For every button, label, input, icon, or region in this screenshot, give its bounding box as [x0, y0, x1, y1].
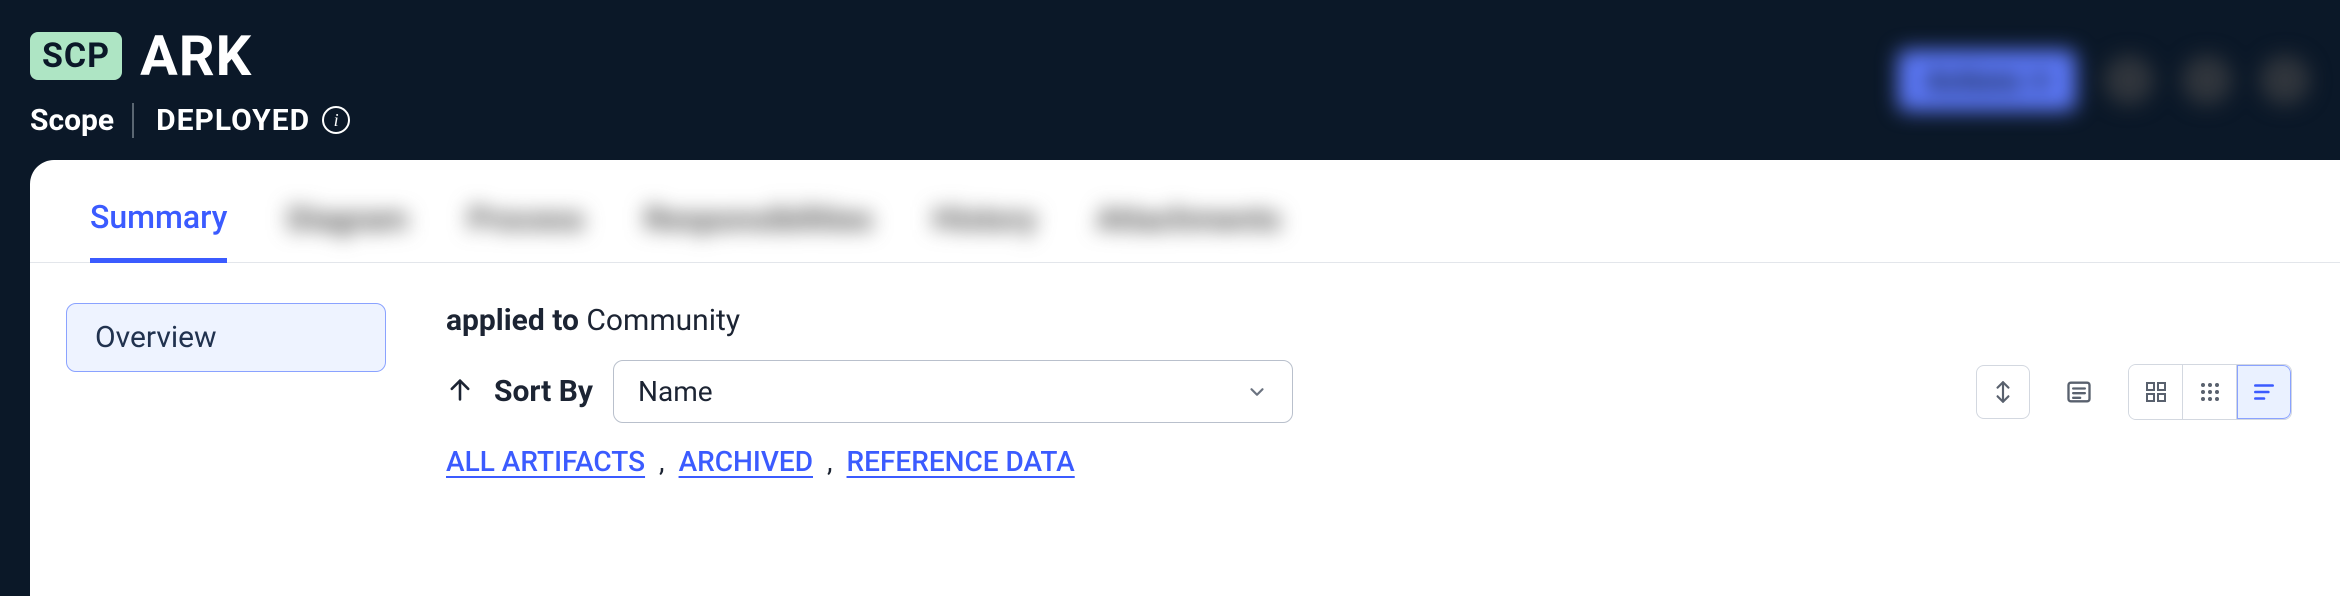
- actions-button-label: Actions: [1926, 64, 2022, 97]
- header-icon-3[interactable]: [2260, 55, 2310, 105]
- content: Overview applied to Community Sort By Na…: [30, 263, 2340, 478]
- sort-select-value: Name: [638, 375, 713, 408]
- grid-large-view-button[interactable]: [2129, 365, 2183, 419]
- chevron-down-icon: [1246, 381, 1268, 403]
- facet-link[interactable]: REFERENCE DATA: [847, 445, 1075, 478]
- applied-to-row: applied to Community: [446, 303, 2292, 338]
- app-header: SCP ARK Scope DEPLOYED i Actions ▾: [0, 0, 2340, 160]
- tab-summary[interactable]: Summary: [90, 198, 227, 263]
- title-row: SCP ARK: [30, 23, 350, 89]
- deployment-status: DEPLOYED i: [156, 103, 350, 138]
- scope-label: Scope: [30, 103, 134, 138]
- main-panel: Summary Diagram Process Responsibilities…: [30, 160, 2340, 596]
- sort-by-label: Sort By: [494, 374, 593, 409]
- header-actions: Actions ▾: [1898, 50, 2310, 111]
- header-icon-2[interactable]: [2182, 55, 2232, 105]
- info-icon[interactable]: i: [322, 106, 350, 134]
- actions-button[interactable]: Actions ▾: [1898, 50, 2076, 111]
- applied-to-value: Community: [586, 303, 740, 338]
- facet-link[interactable]: ALL ARTIFACTS: [446, 445, 645, 478]
- sidebar: Overview: [66, 303, 386, 478]
- tab-item[interactable]: Attachments: [1096, 200, 1280, 260]
- tabs: Summary Diagram Process Responsibilities…: [30, 160, 2340, 263]
- tab-item[interactable]: History: [933, 200, 1037, 260]
- grid-small-view-button[interactable]: [2183, 365, 2237, 419]
- sort-select[interactable]: Name: [613, 360, 1293, 423]
- tab-item[interactable]: Diagram: [287, 200, 408, 260]
- view-mode-group: [2128, 364, 2292, 420]
- view-tools: [1976, 364, 2292, 420]
- tab-item[interactable]: Process: [468, 200, 585, 260]
- sidebar-item-overview[interactable]: Overview: [66, 303, 386, 372]
- tab-item[interactable]: Responsibilities: [644, 200, 872, 260]
- page-title: ARK: [140, 23, 252, 89]
- main-column: applied to Community Sort By Name: [446, 303, 2292, 478]
- sort-row: Sort By Name: [446, 360, 2292, 423]
- applied-to-label: applied to: [446, 303, 579, 338]
- facets-row: ALL ARTIFACTS, ARCHIVED, REFERENCE DATA: [446, 445, 2292, 478]
- chevron-down-icon: ▾: [2034, 64, 2048, 97]
- arrow-up-icon[interactable]: [446, 376, 474, 404]
- list-detail-icon[interactable]: [2052, 365, 2106, 419]
- header-left: SCP ARK Scope DEPLOYED i: [30, 23, 350, 138]
- status-row: Scope DEPLOYED i: [30, 103, 350, 138]
- status-badge: DEPLOYED: [156, 103, 310, 138]
- expand-collapse-button[interactable]: [1976, 365, 2030, 419]
- header-icon-1[interactable]: [2104, 55, 2154, 105]
- scope-type-badge: SCP: [30, 32, 122, 80]
- facet-link[interactable]: ARCHIVED: [679, 445, 813, 478]
- list-view-button[interactable]: [2237, 365, 2291, 419]
